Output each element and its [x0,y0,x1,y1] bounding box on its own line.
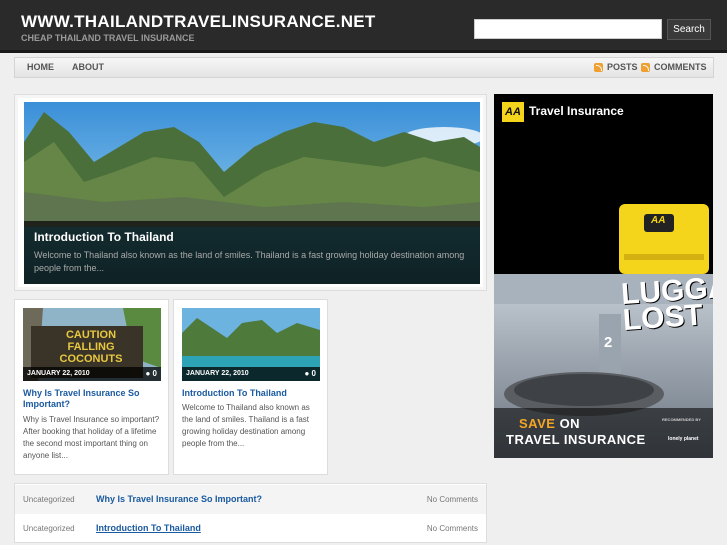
nav-item-about[interactable]: ABOUT [72,62,104,72]
featured-post: Introduction To Thailand Welcome to Thai… [14,94,487,291]
case-logo: AA [651,215,666,226]
post-excerpt: Welcome to Thailand also known as the la… [182,403,310,448]
post-category[interactable]: Uncategorized [23,524,75,533]
list-item: Uncategorized Introduction To Thailand N… [15,514,486,543]
post-date: JANUARY 22, 2010 [27,370,90,377]
sign-text: COCONUTS [59,353,123,365]
comment-count[interactable]: ● 0 [145,369,157,378]
posts-feed-link[interactable]: POSTS [607,62,638,72]
ad-save-line: SAVE ON [519,416,581,431]
sign-text: CAUTION [65,329,117,341]
post-meta: JANUARY 22, 2010 ● 0 [182,367,320,381]
sign-text: FALLING [67,341,115,353]
search-button[interactable]: Search [667,19,711,40]
ad-banner: SAVE ON TRAVEL INSURANCE RECOMMENDED BY … [494,408,713,458]
gate-number: 2 [604,334,613,351]
aa-logo-icon: AA [502,102,524,122]
comments-feed-link[interactable]: COMMENTS [654,62,707,72]
featured-title[interactable]: Introduction To Thailand [34,230,174,244]
site-header: WWW.THAILANDTRAVELINSURANCE.NET CHEAP TH… [0,0,727,53]
comment-count[interactable]: No Comments [427,524,478,533]
post-card: CAUTION FALLING COCONUTS JANUARY 22, 201… [14,299,169,475]
ad-recommended: RECOMMENDED BY [662,417,701,422]
post-title[interactable]: Introduction To Thailand [96,523,201,533]
post-list: Uncategorized Why Is Travel Insurance So… [14,483,487,543]
sidebar-ad[interactable]: AA 2 AA Travel Insurance LUGGAGE LOST SA… [494,94,713,458]
comment-count[interactable]: No Comments [427,495,478,504]
post-title[interactable]: Why Is Travel Insurance So Important? [96,494,262,504]
featured-caption: Introduction To Thailand Welcome to Thai… [24,221,480,284]
lonely-planet-logo: lonely planet [668,436,699,442]
list-item: Uncategorized Why Is Travel Insurance So… [15,485,486,514]
nav-item-home[interactable]: HOME [27,62,54,72]
post-thumbnail[interactable]: CAUTION FALLING COCONUTS JANUARY 22, 201… [23,308,161,381]
post-excerpt: Why is Travel Insurance so important? Af… [23,415,160,460]
post-thumbnail[interactable]: JANUARY 22, 2010 ● 0 [182,308,320,381]
post-title[interactable]: Why Is Travel Insurance So Important? [23,388,163,410]
featured-image[interactable]: Introduction To Thailand Welcome to Thai… [24,102,480,284]
comment-count[interactable]: ● 0 [304,369,316,378]
ad-save-line-2: TRAVEL INSURANCE [506,432,646,447]
featured-excerpt: Welcome to Thailand also known as the la… [34,250,465,273]
post-title[interactable]: Introduction To Thailand [182,388,322,399]
search-input[interactable] [474,19,662,39]
post-meta: JANUARY 22, 2010 ● 0 [23,367,161,381]
site-tagline: CHEAP THAILAND TRAVEL INSURANCE [21,33,195,43]
post-card: JANUARY 22, 2010 ● 0 Introduction To Tha… [173,299,328,475]
rss-icon [641,63,650,72]
post-date: JANUARY 22, 2010 [186,370,249,377]
ad-title: Travel Insurance [529,104,624,118]
ad-headline: LUGGAGE LOST [620,267,713,338]
post-category[interactable]: Uncategorized [23,495,75,504]
rss-icon [594,63,603,72]
main-nav: HOME ABOUT POSTS COMMENTS [14,57,714,78]
site-title[interactable]: WWW.THAILANDTRAVELINSURANCE.NET [21,12,376,32]
